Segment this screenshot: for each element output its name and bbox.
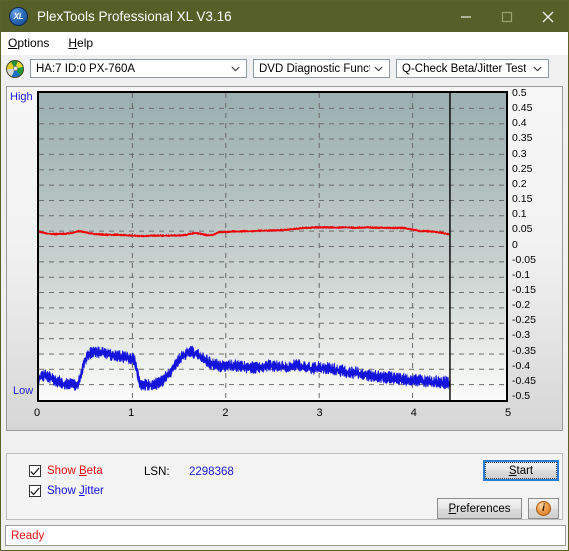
menu-item-options-label: ptions [17, 36, 50, 50]
y-tick-label: 0.1 [512, 208, 527, 221]
checkmark-icon [29, 465, 41, 477]
preferences-button-label: Preferences [448, 502, 511, 515]
y-tick-label: 0.05 [512, 223, 533, 236]
show-beta-label: Show Beta [47, 465, 103, 477]
x-tick-label: 2 [222, 407, 229, 419]
chart-svg [39, 93, 506, 400]
x-tick-label: 4 [410, 407, 417, 419]
x-tick-label: 1 [128, 407, 135, 419]
y-tick-label: 0.15 [512, 193, 533, 206]
function-select-value: DVD Diagnostic Functions [259, 62, 370, 75]
menu-item-help-label: elp [77, 36, 94, 50]
y-tick-label: 0 [512, 238, 518, 251]
y-tick-label: -0.5 [512, 390, 531, 402]
lsn-label: LSN: [144, 466, 170, 478]
maximize-icon[interactable] [486, 1, 527, 32]
show-jitter-checkbox[interactable]: Show Jitter [29, 485, 104, 497]
drive-select[interactable]: HA:7 ID:0 PX-760A [30, 59, 247, 78]
info-icon: i [536, 501, 551, 516]
menu-item-help[interactable]: Help [68, 36, 93, 50]
chevron-down-icon [529, 66, 546, 72]
chevron-down-icon [370, 66, 387, 72]
plextools-window: XL PlexTools Professional XL V3.16 Optio… [0, 0, 569, 551]
y-tick-label: -0.35 [512, 344, 536, 357]
title-bar: XL PlexTools Professional XL V3.16 [1, 1, 568, 32]
y-tick-label: -0.25 [512, 314, 536, 327]
function-select[interactable]: DVD Diagnostic Functions [253, 59, 390, 78]
test-select[interactable]: Q-Check Beta/Jitter Test [396, 59, 549, 78]
chart-panel: High Low 0.5 0.45 0.4 0.35 0.3 0.25 0.2 0.15 0.1… [6, 86, 563, 431]
y-tick-label: -0.45 [512, 374, 536, 387]
drive-select-value: HA:7 ID:0 PX-760A [36, 62, 136, 75]
y-tick-label: 0.35 [512, 132, 533, 145]
y-tick-label: 0.2 [512, 177, 527, 190]
checkmark-icon [29, 485, 41, 497]
y-tick-label: 0.45 [512, 102, 533, 115]
xl-app-icon: XL [9, 7, 28, 26]
minimize-icon[interactable] [445, 1, 486, 32]
axis-label-high: High [10, 91, 33, 103]
axis-label-low: Low [13, 385, 34, 397]
x-tick-label: 3 [316, 407, 323, 419]
y-tick-label: -0.4 [512, 359, 531, 372]
status-bar: Ready [5, 525, 566, 546]
y-tick-label: -0.2 [512, 299, 531, 312]
controls-panel: Show Beta Show Jitter LSN: 2298368 Start… [6, 453, 563, 520]
window-title: PlexTools Professional XL V3.16 [37, 9, 232, 24]
menu-bar: Options Help [1, 32, 568, 55]
y-tick-label: -0.3 [512, 329, 531, 342]
show-jitter-label: Show Jitter [47, 485, 104, 497]
test-select-value: Q-Check Beta/Jitter Test [402, 62, 527, 75]
y-tick-label: -0.1 [512, 268, 531, 281]
y-tick-label: -0.05 [512, 253, 536, 266]
y-tick-label: 0.5 [512, 87, 527, 99]
x-axis-ticks: 0 1 2 3 4 5 [33, 407, 512, 423]
close-icon[interactable] [527, 1, 568, 32]
status-text: Ready [11, 529, 45, 542]
y-tick-label: 0.3 [512, 147, 527, 160]
y-axis-ticks: 0.5 0.45 0.4 0.35 0.3 0.25 0.2 0.15 0.1 0.05 0 -0.0… [512, 87, 542, 407]
x-tick-label: 0 [33, 407, 41, 419]
lsn-value: 2298368 [189, 466, 234, 478]
y-tick-label: 0.4 [512, 117, 527, 130]
disc-icon [6, 59, 24, 78]
y-tick-label: -0.15 [512, 283, 536, 296]
y-tick-label: 0.25 [512, 162, 533, 175]
window-controls [445, 1, 568, 32]
chevron-down-icon [227, 66, 244, 72]
x-tick-label: 5 [504, 407, 512, 419]
start-button[interactable]: Start [483, 460, 559, 481]
preferences-button[interactable]: Preferences [437, 498, 522, 519]
show-beta-checkbox[interactable]: Show Beta [29, 465, 103, 477]
menu-item-options[interactable]: Options [8, 36, 49, 50]
info-button[interactable]: i [528, 498, 559, 519]
chart-plot-area[interactable] [37, 91, 508, 402]
toolbar: HA:7 ID:0 PX-760A DVD Diagnostic Functio… [1, 55, 568, 82]
start-button-label: Start [485, 462, 557, 479]
